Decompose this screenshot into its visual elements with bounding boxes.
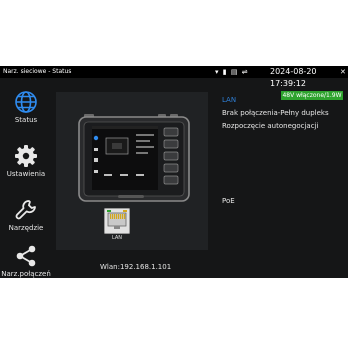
sidebar-item-narz-polaczen[interactable]: Narz.połączeń — [0, 236, 52, 286]
poe-label: PoE — [222, 197, 235, 205]
lan-port-label: LAN — [111, 235, 123, 241]
lan-title: LAN — [222, 96, 237, 104]
sidebar-item-ustawienia[interactable]: Ustawienia — [0, 136, 52, 186]
status-icons: ▾ ▮ ▤ ⇌ — [215, 66, 249, 78]
sidebar-item-label: Ustawienia — [6, 170, 46, 178]
sidebar-item-status[interactable]: Status — [0, 82, 52, 132]
sidebar: Status Ustawienia Narzędzie Narz.połącze… — [0, 78, 52, 278]
sidebar-item-label: Narzędzie — [8, 224, 44, 232]
negotiation-status: Rozpoczęcie autonegocjacji — [222, 122, 319, 130]
sidebar-item-label: Narz.połączeń — [1, 270, 51, 278]
close-icon[interactable]: ✕ — [340, 66, 346, 78]
gear-icon — [15, 145, 37, 167]
window-title: Narz. sieciowe - Status — [3, 68, 72, 75]
status-bar: Narz. sieciowe - Status ▾ ▮ ▤ ⇌ 2024-08-… — [0, 66, 348, 88]
sd-card-icon: ▤ — [230, 68, 239, 76]
wrench-icon — [15, 200, 36, 220]
connection-status: Brak połączenia-Pełny dupleks — [222, 109, 329, 117]
device-panel: LAN — [56, 92, 208, 250]
wifi-icon: ▾ — [215, 68, 220, 76]
globe-icon — [15, 91, 37, 113]
share-icon — [16, 245, 36, 267]
tester-device-image — [78, 114, 190, 202]
battery-icon: ▮ — [222, 68, 228, 76]
sidebar-item-label: Status — [14, 116, 38, 124]
poe-status-badge: 48V włączone/1.9W — [281, 91, 343, 100]
lan-port-icon — [104, 208, 130, 234]
wlan-address: Wlan:192.168.1.101 — [100, 263, 172, 271]
usb-icon: ⇌ — [241, 68, 249, 76]
clock: 2024-08-20 17:39:12 — [270, 67, 317, 88]
device-screen: Narz. sieciowe - Status ▾ ▮ ▤ ⇌ 2024-08-… — [0, 66, 348, 278]
sidebar-item-narzedzie[interactable]: Narzędzie — [0, 190, 52, 240]
